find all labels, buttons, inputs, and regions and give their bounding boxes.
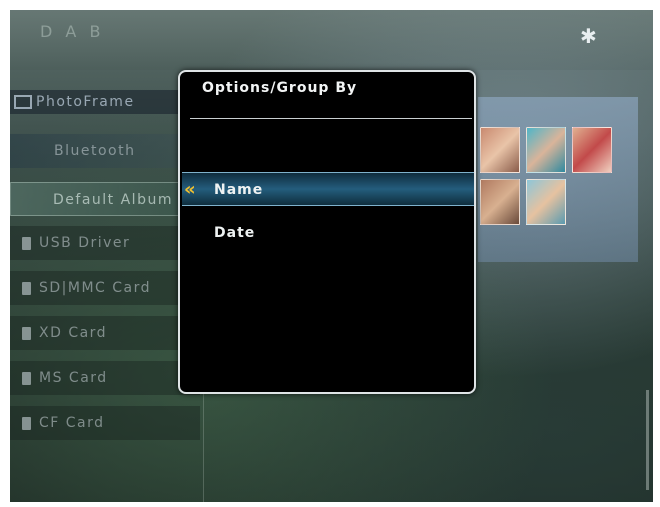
memory-card-icon bbox=[22, 416, 31, 430]
sidebar: PhotoFrame Bluetooth Default Album USB D… bbox=[10, 90, 205, 502]
sidebar-item-label: SD|MMC Card bbox=[39, 280, 152, 296]
photo-thumbnail[interactable] bbox=[526, 127, 566, 173]
memory-card-icon bbox=[22, 371, 31, 385]
photoframe-screen: D A B ✱ PhotoFrame Bluetooth Default Alb… bbox=[10, 10, 653, 502]
sidebar-item-xd-card[interactable]: XD Card bbox=[10, 316, 200, 350]
options-group-by-dialog: Options/Group By « Name Date bbox=[178, 70, 476, 394]
sidebar-item-ms-card[interactable]: MS Card bbox=[10, 361, 200, 395]
photo-thumbnail[interactable] bbox=[480, 179, 520, 225]
sidebar-header-label: PhotoFrame bbox=[36, 94, 135, 110]
sidebar-item-label: Bluetooth bbox=[54, 143, 136, 159]
sidebar-item-label: Default Album bbox=[53, 192, 173, 208]
bluetooth-icon: ✱ bbox=[580, 24, 597, 48]
sidebar-header-photoframe[interactable]: PhotoFrame bbox=[10, 90, 200, 114]
option-label: Date bbox=[214, 225, 256, 241]
sidebar-item-usb-driver[interactable]: USB Driver bbox=[10, 226, 200, 260]
photoframe-icon bbox=[14, 95, 32, 109]
sidebar-item-label: CF Card bbox=[39, 415, 105, 431]
option-label: Name bbox=[214, 182, 264, 198]
title-divider bbox=[190, 118, 472, 119]
scrollbar[interactable] bbox=[646, 390, 649, 490]
sidebar-item-sd-mmc-card[interactable]: SD|MMC Card bbox=[10, 271, 200, 305]
brand-logo: D A B bbox=[40, 22, 105, 41]
memory-card-icon bbox=[22, 281, 31, 295]
memory-card-icon bbox=[22, 326, 31, 340]
option-name[interactable]: « Name bbox=[182, 172, 474, 206]
photo-thumbnail[interactable] bbox=[480, 127, 520, 173]
top-bar: D A B ✱ bbox=[10, 10, 653, 70]
sidebar-item-label: USB Driver bbox=[39, 235, 131, 251]
sidebar-item-label: MS Card bbox=[39, 370, 108, 386]
thumbnail-panel bbox=[478, 97, 638, 262]
photo-thumbnail[interactable] bbox=[572, 127, 612, 173]
photo-thumbnail[interactable] bbox=[526, 179, 566, 225]
usb-drive-icon bbox=[22, 236, 31, 250]
double-chevron-left-icon: « bbox=[184, 179, 197, 200]
option-date[interactable]: Date bbox=[182, 216, 474, 250]
sidebar-item-bluetooth[interactable]: Bluetooth bbox=[10, 134, 200, 168]
sidebar-item-label: XD Card bbox=[39, 325, 108, 341]
sidebar-item-cf-card[interactable]: CF Card bbox=[10, 406, 200, 440]
dialog-title: Options/Group By bbox=[202, 80, 358, 96]
sidebar-item-default-album[interactable]: Default Album bbox=[10, 182, 198, 216]
